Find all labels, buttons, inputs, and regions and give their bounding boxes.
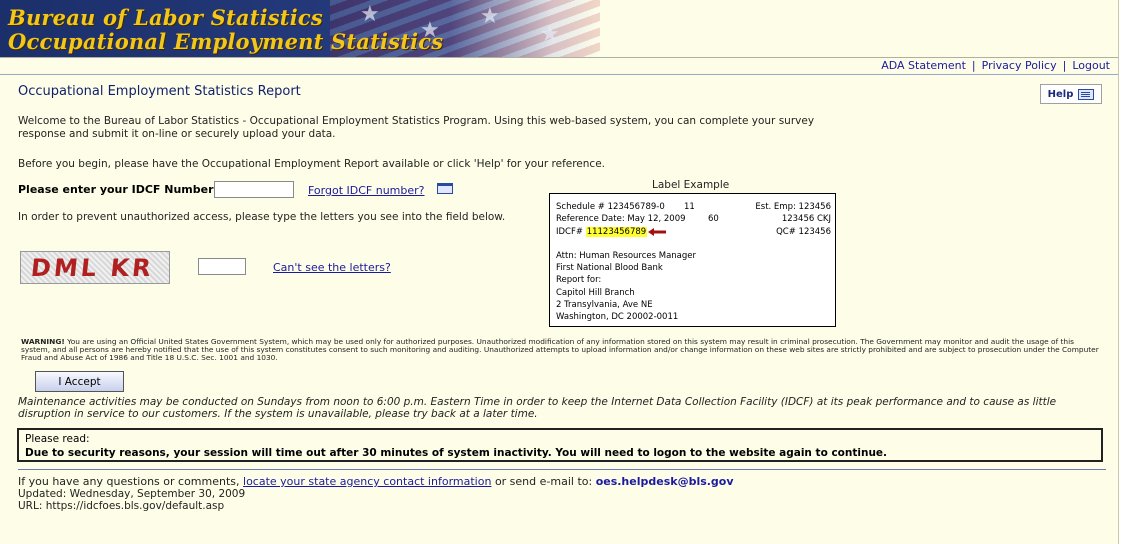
- label-example-box: Schedule # 123456789-0 11 Est. Emp: 1234…: [549, 193, 836, 327]
- label-ckj: 123456 CKJ: [781, 214, 831, 224]
- page-title: Occupational Employment Statistics Repor…: [18, 84, 301, 99]
- top-nav: ADA Statement | Privacy Policy | Logout: [881, 59, 1110, 72]
- idcf-number-input[interactable]: [214, 181, 294, 198]
- label-idcf-row: IDCF# 11123456789: [556, 227, 648, 237]
- ada-statement-link[interactable]: ADA Statement: [881, 59, 966, 72]
- label-qc: QC# 123456: [776, 227, 831, 237]
- helpdesk-email-link[interactable]: oes.helpdesk@bls.gov: [596, 475, 734, 488]
- footer-url: URL: https://idcfoes.bls.gov/default.asp: [18, 500, 225, 512]
- footer-questions-text: If you have any questions or comments,: [18, 475, 240, 488]
- label-idcf-value: 11123456789: [585, 227, 648, 237]
- banner-title-oes: Occupational Employment Statistics: [8, 29, 444, 54]
- label-example-caption: Label Example: [652, 179, 730, 191]
- warning-text: You are using an Official United States …: [21, 337, 1099, 362]
- notice-title: Please read:: [25, 433, 90, 445]
- footer-divider: [18, 469, 1106, 470]
- cant-see-letters-link[interactable]: Can't see the letters?: [273, 261, 391, 274]
- welcome-text: Welcome to the Bureau of Labor Statistic…: [18, 115, 815, 140]
- captcha-prompt: In order to prevent unauthorized access,…: [18, 211, 506, 223]
- session-timeout-notice: Please read: Due to security reasons, yo…: [17, 428, 1103, 462]
- help-label: Help: [1047, 88, 1074, 100]
- accept-button[interactable]: I Accept: [35, 371, 124, 392]
- label-org: First National Blood Bank: [556, 263, 663, 273]
- star-icon: ★: [540, 22, 560, 47]
- label-idcf-prefix: IDCF#: [556, 227, 583, 237]
- label-schedule-num: 11: [684, 202, 695, 212]
- popup-window-icon[interactable]: [437, 183, 453, 194]
- idcf-label: Please enter your IDCF Number:: [18, 183, 218, 196]
- footer-email-prefix: or send e-mail to:: [494, 475, 593, 488]
- nav-separator: |: [971, 59, 976, 72]
- nav-separator: |: [1062, 59, 1067, 72]
- label-city: Washington, DC 20002-0011: [556, 312, 679, 322]
- window-edge: [1118, 0, 1123, 544]
- footer-contact: If you have any questions or comments, l…: [18, 475, 734, 488]
- page-background: ★ ★ ★ ★ Bureau of Labor Statistics Occup…: [0, 0, 1118, 544]
- label-attn: Attn: Human Resources Manager: [556, 251, 697, 261]
- label-street: 2 Transylvania, Ave NE: [556, 300, 653, 310]
- help-button[interactable]: Help: [1040, 84, 1102, 104]
- label-report-for: Report for:: [556, 275, 602, 285]
- label-ref-num: 60: [708, 214, 719, 224]
- label-est-emp: Est. Emp: 123456: [755, 202, 831, 212]
- captcha-image: DML KR: [20, 251, 170, 284]
- maintenance-notice: Maintenance activities may be conducted …: [18, 396, 1057, 420]
- nav-divider: [0, 74, 1118, 75]
- label-ref-date: Reference Date: May 12, 2009: [556, 214, 686, 224]
- arrow-left-icon: [648, 228, 666, 236]
- label-schedule: Schedule # 123456789-0: [556, 202, 665, 212]
- captcha-input[interactable]: [198, 258, 246, 275]
- star-icon: ★: [360, 2, 380, 27]
- banner-divider: [0, 57, 1118, 58]
- before-you-begin-text: Before you begin, please have the Occupa…: [18, 158, 605, 170]
- captcha-letters: DML KR: [29, 254, 156, 282]
- banner: ★ ★ ★ ★ Bureau of Labor Statistics Occup…: [0, 0, 1118, 57]
- help-window-icon: [1078, 88, 1095, 100]
- footer-updated: Updated: Wednesday, September 30, 2009: [18, 488, 246, 500]
- privacy-policy-link[interactable]: Privacy Policy: [982, 59, 1057, 72]
- logout-link[interactable]: Logout: [1072, 59, 1110, 72]
- forgot-idcf-link[interactable]: Forgot IDCF number?: [308, 184, 425, 197]
- state-agency-contact-link[interactable]: locate your state agency contact informa…: [243, 475, 491, 488]
- banner-title-bls: Bureau of Labor Statistics: [8, 5, 323, 30]
- label-branch: Capitol Hill Branch: [556, 288, 635, 298]
- notice-body: Due to security reasons, your session wi…: [25, 447, 888, 459]
- warning-notice: WARNING! You are using an Official Unite…: [21, 338, 1101, 362]
- star-icon: ★: [480, 4, 500, 29]
